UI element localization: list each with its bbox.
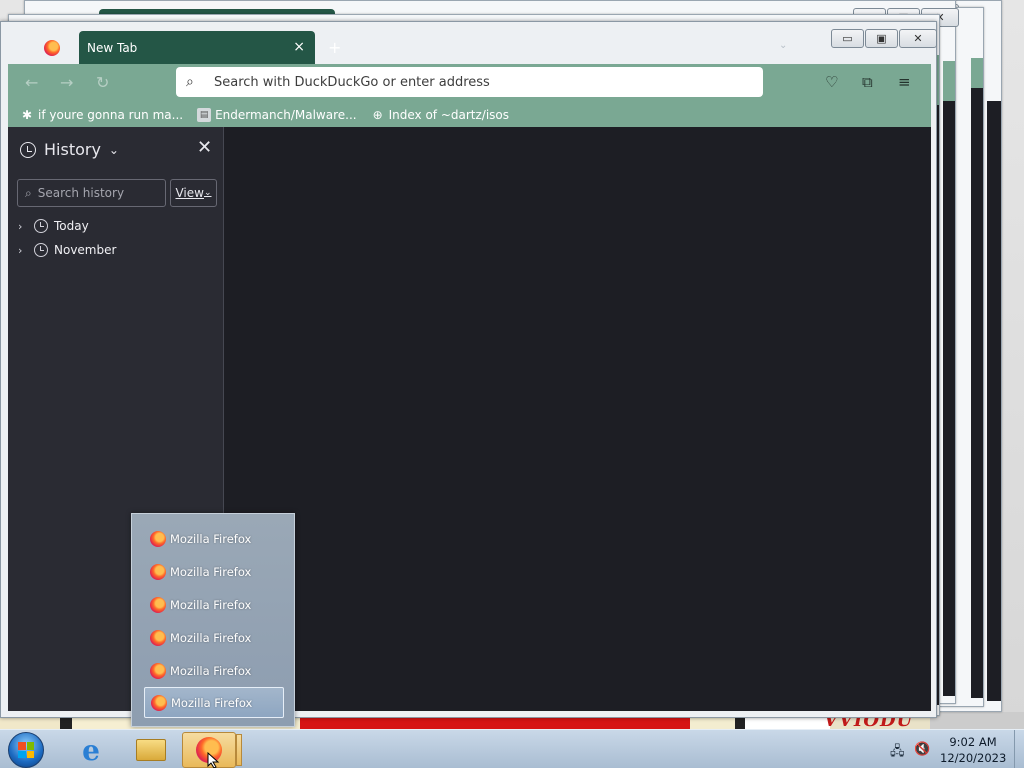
bookmark-label: Index of ~dartz/isos — [388, 107, 510, 122]
window-list-label: Mozilla Firefox — [170, 531, 252, 546]
start-button[interactable] — [8, 732, 44, 768]
taskbar-stack-indicator — [236, 734, 242, 766]
back-button[interactable]: ← — [25, 73, 38, 92]
search-history-input[interactable] — [37, 186, 148, 200]
chevron-down-icon: ⌄ — [108, 142, 119, 157]
bookmark-item[interactable]: ▤ Endermanch/Malware... — [197, 107, 357, 122]
globe-icon: ⊕ — [372, 107, 383, 122]
tab-title: New Tab — [87, 41, 138, 55]
bookmark-item[interactable]: ⊕ Index of ~dartz/isos — [371, 108, 509, 122]
clock-date: 12/20/2023 — [940, 751, 1007, 765]
window-list-item-selected[interactable]: Mozilla Firefox — [144, 687, 284, 718]
window-list-item[interactable]: Mozilla Firefox — [144, 556, 284, 587]
menu-icon[interactable]: ≡ — [898, 73, 911, 91]
tab-close-icon[interactable]: × — [293, 39, 305, 55]
window-list-item[interactable]: Mozilla Firefox — [144, 523, 284, 554]
firefox-icon — [151, 694, 167, 711]
chevron-right-icon[interactable]: › — [18, 244, 28, 257]
search-history-field[interactable]: ⌕ — [17, 179, 166, 207]
window-list-item[interactable]: Mozilla Firefox — [144, 622, 284, 653]
bookmark-label: if youre gonna run ma... — [38, 107, 184, 122]
firefox-icon — [150, 629, 166, 646]
firefox-icon — [150, 662, 166, 679]
sidebar-close-icon[interactable]: ✕ — [197, 137, 212, 158]
pocket-icon[interactable]: ♡ — [825, 73, 838, 91]
url-bar[interactable]: ⌕ — [176, 67, 763, 97]
history-item-label: Today — [54, 219, 89, 233]
firefox-icon — [150, 563, 166, 580]
window-list-label: Mozilla Firefox — [170, 663, 252, 678]
clock-time: 9:02 AM — [949, 735, 997, 749]
chevron-right-icon[interactable]: › — [18, 220, 28, 233]
system-clock[interactable]: 9:02 AM 12/20/2023 — [940, 734, 1006, 766]
mouse-cursor-icon — [207, 752, 220, 768]
firefox-icon — [44, 40, 60, 56]
firefox-icon — [150, 596, 166, 613]
taskbar-file-explorer[interactable] — [124, 732, 178, 768]
view-button-label: View — [175, 186, 204, 200]
window-list-item[interactable]: Mozilla Firefox — [144, 589, 284, 620]
bookmark-item[interactable]: ✱ if youre gonna run ma... — [20, 108, 183, 122]
internet-explorer-icon: e — [82, 733, 100, 767]
extensions-icon[interactable]: ⧉ — [862, 73, 873, 91]
maximize-button[interactable]: ▣ — [865, 29, 898, 48]
new-tab-button[interactable]: + — [328, 38, 341, 57]
taskbar: e 🖧 🔇 9:02 AM 12/20/2023 — [0, 729, 1024, 768]
windows-logo-icon — [18, 742, 34, 758]
close-button[interactable]: ✕ — [899, 29, 937, 48]
bookmark-label: Endermanch/Malware... — [215, 107, 357, 122]
window-list-label: Mozilla Firefox — [170, 564, 252, 579]
clock-icon — [20, 141, 36, 158]
forward-button[interactable]: → — [60, 73, 73, 92]
show-desktop-button[interactable] — [1014, 730, 1024, 768]
clock-icon — [34, 219, 48, 233]
window-list-label: Mozilla Firefox — [171, 695, 253, 710]
history-item-label: November — [54, 243, 117, 257]
reload-button[interactable]: ↻ — [96, 73, 109, 92]
minimize-button[interactable]: ▭ — [831, 29, 864, 48]
window-list-label: Mozilla Firefox — [170, 630, 252, 645]
tab-new-tab[interactable]: New Tab × — [79, 31, 315, 65]
view-button[interactable]: View ⌄ — [170, 179, 217, 207]
firefox-icon — [150, 530, 166, 547]
network-icon[interactable]: 🖧 — [890, 742, 905, 764]
sidebar-title: History — [44, 140, 101, 159]
navigation-toolbar: ← → ↻ ⌕ ♡ ⧉ ≡ — [8, 64, 931, 102]
sidebar-header[interactable]: History ⌄ — [20, 140, 119, 159]
chevron-down-icon: ⌄ — [203, 188, 212, 198]
taskbar-internet-explorer[interactable]: e — [64, 732, 118, 768]
window-list-item[interactable]: Mozilla Firefox — [144, 655, 284, 686]
page-icon: ▤ — [197, 107, 212, 122]
title-bar[interactable]: New Tab × + ⌄ ▭ ▣ ✕ — [1, 22, 937, 65]
folder-icon — [136, 739, 166, 761]
bookmarks-toolbar: ✱ if youre gonna run ma... ▤ Endermanch/… — [8, 102, 931, 127]
volume-muted-icon[interactable]: 🔇 — [914, 742, 930, 757]
search-icon: ⌕ — [186, 74, 194, 90]
search-icon: ⌕ — [25, 185, 32, 200]
history-item-november[interactable]: › November — [18, 243, 116, 257]
history-item-today[interactable]: › Today — [18, 219, 89, 233]
window-list-label: Mozilla Firefox — [170, 597, 252, 612]
taskbar-window-list: Mozilla Firefox Mozilla Firefox Mozilla … — [131, 513, 295, 727]
url-input[interactable] — [214, 74, 763, 90]
tab-list-icon[interactable]: ⌄ — [779, 40, 787, 51]
bug-icon: ✱ — [21, 107, 33, 122]
clock-icon — [34, 243, 48, 257]
